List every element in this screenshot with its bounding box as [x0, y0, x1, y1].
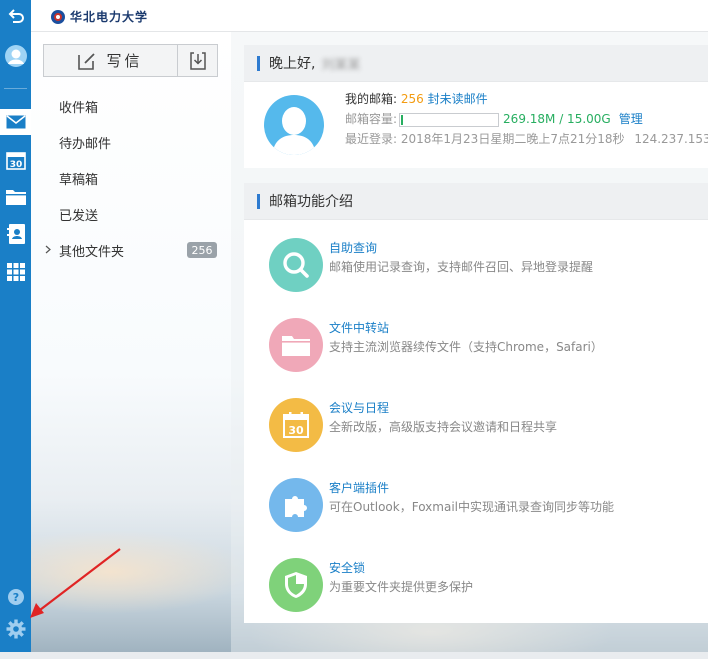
compose-label: 写信: [106, 52, 143, 70]
university-logo[interactable]: 华北电力大学: [51, 8, 148, 25]
quota-text: 269.18M / 15.00G: [503, 112, 611, 126]
folder-label: 其他文件夹: [59, 244, 125, 260]
contacts-icon[interactable]: [0, 221, 31, 247]
folder-list: 收件箱 待办邮件 草稿箱 已发送 其他文件夹 256: [31, 88, 231, 268]
folder-drafts[interactable]: 草稿箱: [31, 160, 231, 196]
folder-icon[interactable]: [0, 183, 31, 209]
back-icon[interactable]: [0, 4, 31, 30]
features-card: 邮箱功能介绍 自助查询 邮箱使用记录查询，支持邮件召回、异地登录提醒 文件中转站…: [244, 183, 708, 623]
quota-fill: [401, 114, 404, 125]
feature-desc: 支持主流浏览器续传文件（支持Chrome，Safari）: [329, 340, 603, 354]
calendar-icon: 30: [283, 412, 309, 438]
greeting-header: 晚上好, 刘某某: [244, 45, 708, 82]
capacity-label: 邮箱容量:: [345, 112, 398, 126]
main-content: 晚上好, 刘某某 我的邮箱: 256 封未读邮件 邮箱容量: 269.18M / …: [231, 32, 708, 652]
feature-security-lock[interactable]: 安全锁 为重要文件夹提供更多保护: [269, 558, 699, 614]
logo-seal-icon: [51, 9, 65, 24]
manage-link[interactable]: 管理: [619, 112, 643, 126]
search-icon: [283, 252, 309, 278]
mailbox-label: 我的邮箱:: [345, 92, 398, 106]
feature-title[interactable]: 文件中转站: [329, 319, 389, 336]
rail-divider: [4, 88, 27, 89]
feature-circle: [269, 478, 323, 532]
top-bar: 华北电力大学: [31, 0, 708, 32]
shield-icon: [285, 572, 307, 598]
features-title: 邮箱功能介绍: [269, 194, 353, 210]
unread-count[interactable]: 256: [401, 92, 424, 106]
feature-title[interactable]: 会议与日程: [329, 399, 389, 416]
feature-meeting-schedule[interactable]: 30 会议与日程 全新改版，高级版支持会议邀请和日程共享: [269, 398, 699, 454]
feature-desc: 邮箱使用记录查询，支持邮件召回、异地登录提醒: [329, 260, 594, 274]
receive-mail-button[interactable]: [178, 44, 218, 77]
folder-other[interactable]: 其他文件夹 256: [31, 232, 231, 268]
folder-label: 已发送: [59, 208, 99, 224]
user-name: 刘某某: [321, 57, 361, 73]
features-header: 邮箱功能介绍: [244, 183, 708, 220]
puzzle-icon: [285, 496, 307, 517]
folder-inbox[interactable]: 收件箱: [31, 88, 231, 124]
account-info: 我的邮箱: 256 封未读邮件 邮箱容量: 269.18M / 15.00G 管理 …: [345, 89, 708, 149]
last-login-ip: 124.237.153.19: [634, 132, 708, 146]
greeting-text: 晚上好,: [269, 56, 316, 72]
inbox-download-icon: [189, 51, 206, 70]
compose-toolbar: 写信: [43, 44, 218, 77]
greeting-card: 晚上好, 刘某某 我的邮箱: 256 封未读邮件 邮箱容量: 269.18M / …: [244, 45, 708, 168]
feature-title[interactable]: 客户端插件: [329, 479, 389, 496]
user-avatar-icon[interactable]: [264, 95, 324, 155]
calendar-day: 30: [288, 424, 304, 437]
feature-desc: 为重要文件夹提供更多保护: [329, 580, 474, 594]
annotation-arrow-icon: [30, 548, 121, 618]
folder-label: 收件箱: [59, 100, 99, 116]
accent-bar: [257, 193, 260, 209]
calendar-icon[interactable]: 30: [0, 147, 31, 173]
quota-bar: [399, 112, 500, 127]
feature-circle: [269, 318, 323, 372]
svg-text:30: 30: [9, 160, 22, 170]
feature-title[interactable]: 安全锁: [329, 559, 365, 576]
last-login-label: 最近登录:: [345, 132, 398, 146]
chevron-right-icon[interactable]: [45, 245, 51, 254]
folder-icon: [282, 336, 310, 356]
feature-title[interactable]: 自助查询: [329, 239, 377, 256]
feature-desc: 可在Outlook，Foxmail中实现通讯录查询同步等功能: [329, 500, 614, 514]
apps-icon[interactable]: [0, 259, 31, 285]
unread-badge: 256: [187, 242, 217, 258]
feature-self-query[interactable]: 自助查询 邮箱使用记录查询，支持邮件召回、异地登录提醒: [269, 238, 699, 294]
unread-link[interactable]: 封未读邮件: [428, 92, 488, 106]
folder-sent[interactable]: 已发送: [31, 196, 231, 232]
last-login-time: 2018年1月23日星期二晚上7点21分18秒: [400, 132, 625, 146]
bottom-strip: [0, 652, 708, 659]
feature-desc: 全新改版，高级版支持会议邀请和日程共享: [329, 420, 558, 434]
compose-button[interactable]: 写信: [43, 44, 178, 77]
folder-label: 待办邮件: [59, 136, 112, 152]
feature-file-transfer[interactable]: 文件中转站 支持主流浏览器续传文件（支持Chrome，Safari）: [269, 318, 699, 374]
feature-circle: 30: [269, 398, 323, 452]
feature-circle: [269, 238, 323, 292]
folder-todo[interactable]: 待办邮件: [31, 124, 231, 160]
accent-bar: [257, 55, 260, 71]
folder-label: 草稿箱: [59, 172, 99, 188]
feature-client-plugin[interactable]: 客户端插件 可在Outlook，Foxmail中实现通讯录查询同步等功能: [269, 478, 699, 534]
mail-icon[interactable]: [0, 109, 31, 135]
compose-pen-icon: [78, 52, 96, 70]
svg-text:?: ?: [12, 591, 18, 604]
feature-circle: [269, 558, 323, 612]
profile-icon[interactable]: [0, 43, 31, 69]
logo-text: 华北电力大学: [70, 10, 149, 24]
